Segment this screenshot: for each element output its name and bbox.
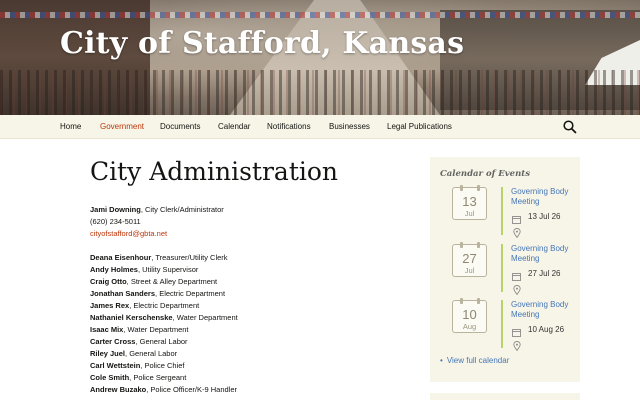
- event-day: 13: [462, 194, 477, 209]
- staff-name: Jonathan Sanders: [90, 289, 156, 298]
- staff-name: Nathaniel Kerschenske: [90, 313, 173, 322]
- contact-name: Jami Downing: [90, 205, 141, 214]
- staff-role: , Electric Department: [129, 301, 200, 310]
- staff-name: James Rex: [90, 301, 130, 310]
- event-date: 27 Jul 26: [528, 269, 561, 278]
- contact-role: , City Clerk/Administrator: [140, 205, 224, 214]
- staff-name: Carl Wettstein: [90, 361, 141, 370]
- staff-row: Jonathan Sanders, Electric Department: [90, 288, 390, 300]
- contact-phone: (620) 234-5011: [90, 217, 141, 226]
- banner-crowd: [0, 70, 640, 115]
- staff-name: Andrew Buzako: [90, 385, 147, 394]
- nav-item-home[interactable]: Home: [60, 122, 81, 131]
- staff-role: , Water Department: [172, 313, 238, 322]
- event-title-link[interactable]: Governing Body Meeting: [511, 187, 577, 207]
- staff-row: Craig Otto, Street & Alley Department: [90, 276, 390, 288]
- staff-row: James Rex, Electric Department: [90, 300, 390, 312]
- staff-row: Cole Smith, Police Sergeant: [90, 372, 390, 384]
- staff-list: Deana Eisenhour, Treasurer/Utility Clerk…: [90, 252, 390, 396]
- calendar-event: 10 Aug Governing Body Meeting 10 Aug 26: [430, 298, 580, 352]
- banner-bunting: [0, 12, 640, 18]
- event-date: 13 Jul 26: [528, 212, 561, 221]
- nav-item-businesses[interactable]: Businesses: [329, 122, 370, 131]
- staff-role: , Treasurer/Utility Clerk: [151, 253, 228, 262]
- nav-item-government[interactable]: Government: [100, 122, 144, 131]
- calendar-ring: [460, 298, 463, 304]
- staff-role: , Police Officer/K-9 Handler: [146, 385, 237, 394]
- event-day: 10: [462, 307, 477, 322]
- staff-row: Riley Juel, General Labor: [90, 348, 390, 360]
- widget-title: Calendar of Events: [440, 169, 530, 179]
- page-title: City Administration: [90, 157, 339, 186]
- staff-row: Andrew Buzako, Police Officer/K-9 Handle…: [90, 384, 390, 396]
- calendar-event: 13 Jul Governing Body Meeting 13 Jul 26: [430, 185, 580, 239]
- staff-role: , Electric Department: [155, 289, 226, 298]
- location-pin-icon: [513, 282, 521, 296]
- full-calendar-list-item: • View full calendar: [440, 356, 509, 365]
- staff-row: Andy Holmes, Utility Supervisor: [90, 264, 390, 276]
- staff-name: Craig Otto: [90, 277, 127, 286]
- staff-name: Andy Holmes: [90, 265, 138, 274]
- staff-role: , Water Department: [123, 325, 189, 334]
- event-month: Aug: [462, 322, 477, 331]
- staff-name: Riley Juel: [90, 349, 126, 358]
- staff-row: Carter Cross, General Labor: [90, 336, 390, 348]
- calendar-widget: Calendar of Events 13 Jul Governing Body M…: [430, 157, 580, 382]
- event-month: Jul: [464, 266, 475, 275]
- staff-role: , Utility Supervisor: [137, 265, 199, 274]
- calendar-event: 27 Jul Governing Body Meeting 27 Jul 26: [430, 242, 580, 296]
- nav-item-notifications[interactable]: Notifications: [267, 122, 311, 131]
- calendar-ring: [460, 242, 463, 248]
- calendar-icon: [512, 211, 521, 224]
- view-full-calendar-link[interactable]: View full calendar: [447, 356, 510, 365]
- staff-row: Carl Wettstein, Police Chief: [90, 360, 390, 372]
- contact-email-link[interactable]: cityofstafford@gbta.net: [90, 228, 167, 240]
- event-divider: [501, 300, 503, 348]
- calendar-date-badge: 10 Aug: [452, 298, 487, 333]
- calendar-ring: [460, 185, 463, 191]
- staff-name: Carter Cross: [90, 337, 136, 346]
- event-date: 10 Aug 26: [528, 325, 565, 334]
- staff-name: Cole Smith: [90, 373, 130, 382]
- location-pin-icon: [513, 225, 521, 239]
- calendar-date-badge: 13 Jul: [452, 185, 487, 220]
- calendar-ring: [477, 298, 480, 304]
- event-month: Jul: [464, 209, 475, 218]
- staff-role: , Police Chief: [140, 361, 185, 370]
- event-day: 27: [462, 251, 477, 266]
- calendar-icon: [512, 268, 521, 281]
- contact-name-line: Jami Downing, City Clerk/Administrator: [90, 204, 224, 216]
- calendar-ring: [477, 185, 480, 191]
- event-divider: [501, 244, 503, 292]
- staff-name: Deana Eisenhour: [90, 253, 152, 262]
- staff-name: Isaac Mix: [90, 325, 124, 334]
- search-icon[interactable]: [562, 119, 578, 135]
- staff-role: , Street & Alley Department: [126, 277, 218, 286]
- staff-row: Isaac Mix, Water Department: [90, 324, 390, 336]
- calendar-ring: [477, 242, 480, 248]
- staff-role: , Police Sergeant: [129, 373, 187, 382]
- main-navigation: Home Government Documents Calendar Notif…: [0, 115, 640, 139]
- nav-item-calendar[interactable]: Calendar: [218, 122, 250, 131]
- staff-role: , General Labor: [135, 337, 188, 346]
- nav-item-legal-publications[interactable]: Legal Publications: [387, 122, 452, 131]
- nav-item-documents[interactable]: Documents: [160, 122, 200, 131]
- calendar-icon: [512, 324, 521, 337]
- calendar-date-badge: 27 Jul: [452, 242, 487, 277]
- event-title-link[interactable]: Governing Body Meeting: [511, 244, 577, 264]
- staff-row: Deana Eisenhour, Treasurer/Utility Clerk: [90, 252, 390, 264]
- location-pin-icon: [513, 338, 521, 352]
- staff-role: , General Labor: [125, 349, 178, 358]
- bullet-icon: •: [440, 356, 443, 365]
- event-divider: [501, 187, 503, 235]
- site-title[interactable]: City of Stafford, Kansas: [60, 26, 464, 61]
- secondary-widget: [430, 393, 580, 400]
- event-title-link[interactable]: Governing Body Meeting: [511, 300, 577, 320]
- staff-row: Nathaniel Kerschenske, Water Department: [90, 312, 390, 324]
